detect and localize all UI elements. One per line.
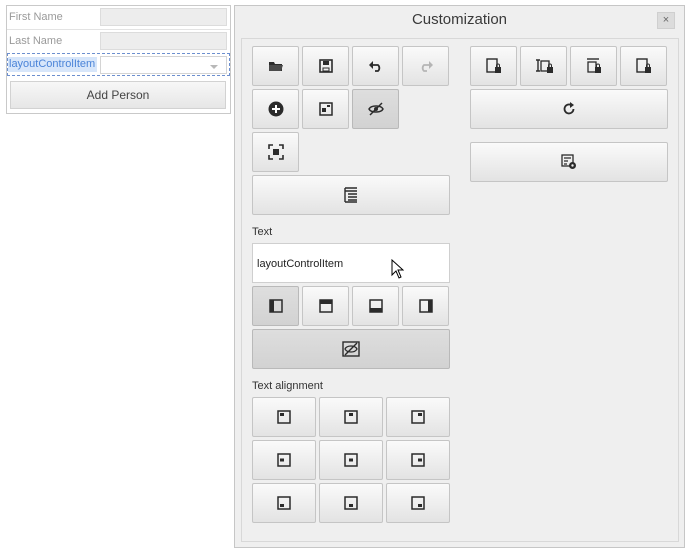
lock-height-icon: [586, 58, 602, 74]
align-top-center-icon: [344, 410, 358, 424]
undo-button[interactable]: [352, 46, 399, 86]
lock-width-icon: [485, 58, 502, 74]
text-section-label: Text: [252, 226, 273, 238]
reset-layout-icon: [562, 102, 576, 116]
reset-layout-button[interactable]: [470, 89, 668, 129]
align-top-right-icon: [411, 410, 425, 424]
align-middle-right-button[interactable]: [386, 440, 450, 480]
add-item-icon: [268, 101, 284, 117]
align-bottom-right-icon: [411, 496, 425, 510]
chevron-down-icon[interactable]: [210, 65, 218, 69]
align-bottom-right-button[interactable]: [386, 483, 450, 523]
hide-item-button[interactable]: [352, 89, 399, 129]
redo-button[interactable]: [402, 46, 449, 86]
last-name-row[interactable]: Last Name: [7, 30, 230, 52]
selected-item-combo[interactable]: [100, 56, 227, 74]
layout-tree-button[interactable]: [252, 175, 450, 215]
align-bottom-left-icon: [277, 496, 291, 510]
save-icon: [318, 59, 333, 73]
text-position-left-button[interactable]: [252, 286, 299, 326]
align-top-left-icon: [277, 410, 291, 424]
selected-item-label: layoutControlItem: [9, 58, 96, 70]
text-right-icon: [418, 299, 433, 313]
save-layout-button[interactable]: [302, 46, 349, 86]
lock-text-icon: [534, 58, 554, 74]
open-folder-icon: [268, 59, 284, 73]
lock-height-button[interactable]: [570, 46, 617, 86]
align-middle-right-icon: [411, 453, 425, 467]
properties-button[interactable]: [470, 142, 668, 182]
properties-icon: [561, 154, 577, 170]
lock-size-button[interactable]: [620, 46, 667, 86]
group-icon: [318, 102, 333, 116]
first-name-row[interactable]: First Name: [7, 6, 230, 28]
size-constraint-icon: [635, 58, 652, 74]
select-parent-icon: [267, 144, 284, 160]
select-parent-button[interactable]: [252, 132, 299, 172]
text-alignment-label: Text alignment: [252, 380, 323, 392]
open-layout-button[interactable]: [252, 46, 299, 86]
group-button[interactable]: [302, 89, 349, 129]
align-bottom-center-button[interactable]: [319, 483, 383, 523]
item-text-input[interactable]: layoutControlItem: [252, 243, 450, 283]
last-name-label: Last Name: [9, 35, 63, 47]
text-position-top-button[interactable]: [302, 286, 349, 326]
text-bottom-icon: [368, 299, 383, 313]
align-middle-center-icon: [344, 453, 358, 467]
window-title: Customization: [411, 11, 508, 28]
align-middle-left-icon: [277, 453, 291, 467]
lock-text-size-button[interactable]: [520, 46, 567, 86]
data-layout-form: First Name Last Name layoutControlItem A…: [6, 5, 231, 114]
first-name-input[interactable]: [100, 8, 227, 26]
align-middle-center-button[interactable]: [319, 440, 383, 480]
align-bottom-center-icon: [344, 496, 358, 510]
lock-width-button[interactable]: [470, 46, 517, 86]
text-visibility-toggle[interactable]: [252, 329, 450, 369]
selected-layout-item[interactable]: layoutControlItem: [7, 53, 230, 76]
add-person-button[interactable]: Add Person: [10, 81, 226, 109]
text-top-icon: [318, 299, 333, 313]
add-item-button[interactable]: [252, 89, 299, 129]
first-name-label: First Name: [9, 11, 63, 23]
hide-text-icon: [342, 341, 360, 357]
align-top-center-button[interactable]: [319, 397, 383, 437]
align-middle-left-button[interactable]: [252, 440, 316, 480]
hide-item-icon: [367, 102, 384, 116]
text-left-icon: [268, 299, 283, 313]
mouse-pointer-icon: [391, 258, 405, 282]
align-bottom-left-button[interactable]: [252, 483, 316, 523]
align-top-left-button[interactable]: [252, 397, 316, 437]
layout-tree-icon: [344, 187, 358, 203]
undo-icon: [368, 60, 383, 72]
item-text-value: layoutControlItem: [257, 258, 344, 270]
redo-icon: [419, 60, 433, 72]
align-top-right-button[interactable]: [386, 397, 450, 437]
last-name-input[interactable]: [100, 32, 227, 50]
close-button[interactable]: ×: [657, 12, 675, 29]
text-position-right-button[interactable]: [402, 286, 449, 326]
text-position-bottom-button[interactable]: [352, 286, 399, 326]
